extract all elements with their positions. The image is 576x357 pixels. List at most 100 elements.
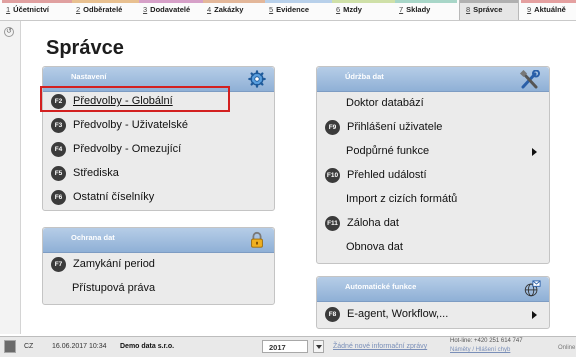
tab-sklady[interactable]: 7 Sklady	[395, 0, 457, 20]
tab-shortcut: 4	[207, 5, 212, 14]
tab-color-stripe	[139, 0, 203, 3]
menu-item-doktor-databazi[interactable]: Doktor databází	[317, 93, 549, 115]
tab-shortcut: 5	[269, 5, 274, 14]
panel-header: Ochrana dat	[43, 228, 274, 253]
tab-zakazky[interactable]: 4 Zakázky	[203, 0, 265, 20]
left-rail: ↺	[0, 21, 21, 334]
menu-item-label: Doktor databází	[346, 97, 424, 109]
module-tab-bar: 1 Účetnictví 2 Odběratelé 3 Dodavatelé 4 Zak…	[0, 0, 576, 21]
tab-shortcut: 6	[336, 5, 341, 14]
tab-color-stripe	[203, 0, 265, 3]
gear-icon	[248, 70, 266, 88]
menu-item-label: Předvolby - Omezující	[73, 143, 182, 155]
menu-item-import-z-cizich-formatu[interactable]: Import z cizích formátů	[317, 189, 549, 211]
menu-item-pristupova-prava[interactable]: Přístupová práva	[43, 278, 274, 300]
submenu-arrow-icon	[532, 311, 537, 319]
menu-item-label: E-agent, Workflow,...	[347, 308, 449, 320]
menu-item-label: Předvolby - Uživatelské	[73, 119, 188, 131]
menu-item-strediska[interactable]: F5 Střediska	[43, 163, 274, 185]
tab-aktualne[interactable]: 9 Aktuálně	[521, 0, 576, 20]
menu-item-zamykani-period[interactable]: F7 Zamykání period	[43, 254, 274, 276]
status-bar: CZ 16.06.2017 10:34 Demo data s.r.o. 201…	[0, 336, 576, 357]
tab-shortcut: 9	[527, 5, 532, 14]
panel-title: Nastavení	[71, 72, 107, 81]
menu-item-label: Záloha dat	[347, 217, 399, 229]
globe-mail-icon	[524, 280, 541, 297]
tab-spravce[interactable]: 8 Správce	[459, 0, 519, 20]
tab-color-stripe	[521, 0, 576, 3]
f7-key-icon: F7	[51, 257, 66, 272]
menu-item-e-agent-workflow[interactable]: F8 E-agent, Workflow,...	[317, 304, 549, 326]
tab-label: Správce	[473, 5, 503, 14]
f3-key-icon: F3	[51, 118, 66, 133]
f6-key-icon: F6	[51, 190, 66, 205]
menu-item-podpurne-funkce[interactable]: Podpůrné funkce	[317, 141, 549, 163]
tab-shortcut: 3	[143, 5, 148, 14]
hotline-text: Hot-line: +420 251 614 747	[450, 338, 523, 344]
menu-item-label: Import z cizích formátů	[346, 193, 458, 205]
tab-mzdy[interactable]: 6 Mzdy	[332, 0, 395, 20]
tab-label: Sklady	[406, 5, 431, 14]
chevron-down-icon	[316, 345, 322, 349]
page-title: Správce	[46, 37, 124, 59]
menu-item-label: Podpůrné funkce	[346, 145, 430, 157]
online-status: Online	[558, 345, 576, 351]
f5-key-icon: F5	[51, 166, 66, 181]
tab-dodavatele[interactable]: 3 Dodavatelé	[139, 0, 203, 20]
tab-color-stripe	[72, 0, 139, 3]
feedback-link[interactable]: Náměty / Hlášení chyb	[450, 347, 510, 353]
tab-shortcut: 2	[76, 5, 81, 14]
submenu-arrow-icon	[532, 148, 537, 156]
year-select[interactable]: 2017	[262, 340, 308, 353]
tab-evidence[interactable]: 5 Evidence	[265, 0, 332, 20]
panel-udrzba-dat: Údržba dat Doktor databází F9 Přihlášení…	[316, 66, 550, 264]
menu-item-label: Ostatní číselníky	[73, 191, 155, 203]
menu-square-icon[interactable]	[4, 340, 16, 353]
info-messages-link[interactable]: Žádné nové informační zprávy	[333, 343, 427, 350]
panel-title: Údržba dat	[345, 72, 384, 81]
menu-item-obnova-dat[interactable]: Obnova dat	[317, 237, 549, 259]
panel-header: Automatické funkce	[317, 277, 549, 302]
year-value: 2017	[269, 343, 286, 352]
status-datetime: 16.06.2017 10:34	[52, 343, 107, 350]
panel-ochrana-dat: Ochrana dat F7 Zamykání period Přístupov…	[42, 227, 275, 305]
history-icon[interactable]: ↺	[4, 27, 14, 37]
tab-shortcut: 7	[399, 5, 404, 14]
menu-item-prihlaseni-uzivatele[interactable]: F9 Přihlášení uživatele	[317, 117, 549, 139]
f8-key-icon: F8	[325, 307, 340, 322]
panel-header: Údržba dat	[317, 67, 549, 92]
tab-label: Dodavatelé	[150, 5, 191, 14]
f9-key-icon: F9	[325, 120, 340, 135]
menu-item-prehled-udalosti[interactable]: F10 Přehled událostí	[317, 165, 549, 187]
year-dropdown-button[interactable]	[313, 340, 324, 353]
company-name[interactable]: Demo data s.r.o.	[120, 343, 174, 350]
tab-label: Mzdy	[343, 5, 362, 14]
menu-item-zaloha-dat[interactable]: F11 Záloha dat	[317, 213, 549, 235]
tab-color-stripe	[395, 0, 457, 3]
menu-item-ostatni-ciselniky[interactable]: F6 Ostatní číselníky	[43, 187, 274, 209]
tab-label: Aktuálně	[534, 5, 566, 14]
tab-odberatele[interactable]: 2 Odběratelé	[72, 0, 139, 20]
panel-title: Automatické funkce	[345, 282, 417, 291]
country-code: CZ	[24, 343, 34, 350]
tab-label: Zakázky	[214, 5, 244, 14]
f10-key-icon: F10	[325, 168, 340, 183]
tab-ucetnictvi[interactable]: 1 Účetnictví	[2, 0, 72, 20]
tab-shortcut: 1	[6, 5, 11, 14]
selection-highlight	[40, 86, 230, 112]
menu-item-predvolby-uzivatelske[interactable]: F3 Předvolby - Uživatelské	[43, 115, 274, 137]
menu-item-label: Obnova dat	[346, 241, 403, 253]
tools-icon	[519, 70, 540, 89]
tab-label: Odběratelé	[83, 5, 123, 14]
tab-label: Evidence	[276, 5, 310, 14]
f4-key-icon: F4	[51, 142, 66, 157]
menu-item-label: Přehled událostí	[347, 169, 427, 181]
panel-title: Ochrana dat	[71, 233, 115, 242]
f11-key-icon: F11	[325, 216, 340, 231]
menu-item-predvolby-omezujici[interactable]: F4 Předvolby - Omezující	[43, 139, 274, 161]
lock-icon	[251, 231, 263, 248]
menu-item-label: Zamykání period	[73, 258, 155, 270]
tab-color-stripe	[2, 0, 72, 3]
tab-color-stripe	[460, 0, 518, 3]
tab-label: Účetnictví	[13, 5, 50, 14]
